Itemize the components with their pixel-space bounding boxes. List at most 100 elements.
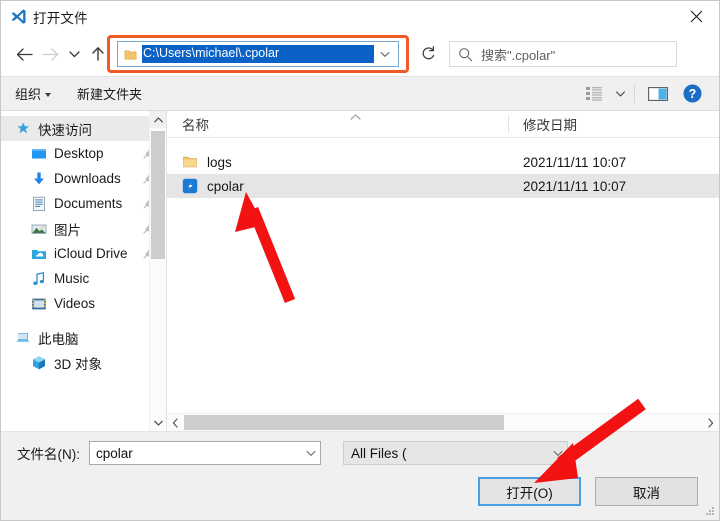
filename-value: cpolar <box>96 445 133 461</box>
toolbar-separator <box>634 84 635 103</box>
pictures-icon <box>31 221 47 237</box>
sidebar-label: iCloud Drive <box>54 246 128 261</box>
filetype-value: All Files ( <box>351 445 407 461</box>
preview-pane-button[interactable] <box>641 77 675 110</box>
toolbar-right-group: ? <box>578 77 709 110</box>
sidebar-item-music[interactable]: Music <box>1 266 166 291</box>
column-headers: 名称 修改日期 <box>167 111 719 138</box>
sidebar-item-downloads[interactable]: Downloads <box>1 166 166 191</box>
hscroll-right-button[interactable] <box>702 414 719 431</box>
help-button[interactable]: ? <box>675 77 709 110</box>
sidebar-label: Downloads <box>54 171 121 186</box>
file-date-cell: 2021/11/11 10:07 <box>523 178 627 194</box>
sidebar-item-pictures[interactable]: 图片 <box>1 216 166 241</box>
forward-button[interactable] <box>37 39 63 69</box>
recent-locations-button[interactable] <box>63 39 85 69</box>
search-box[interactable]: 搜索".cpolar" <box>449 41 677 67</box>
new-folder-label: 新建文件夹 <box>77 87 143 102</box>
search-input[interactable]: 搜索".cpolar" <box>481 45 555 64</box>
star-pin-icon <box>15 121 31 137</box>
cancel-button[interactable]: 取消 <box>595 477 698 506</box>
filetype-dropdown[interactable]: All Files ( <box>343 441 568 465</box>
download-icon <box>31 171 47 187</box>
title-bar-left: 打开文件 <box>1 7 88 27</box>
sidebar-item-this-pc[interactable]: 此电脑 <box>1 325 166 350</box>
sidebar-label: Music <box>54 271 90 286</box>
search-icon <box>458 47 473 62</box>
file-list-pane: 名称 修改日期 logs 2021/11/11 10:07 cpolar 202… <box>166 111 719 431</box>
filename-row: 文件名(N): cpolar All Files ( <box>1 440 719 466</box>
column-header-date-label: 修改日期 <box>523 118 577 133</box>
address-dropdown-icon[interactable] <box>374 42 396 66</box>
sidebar-item-videos[interactable]: Videos <box>1 291 166 316</box>
dialog-buttons: 打开(O) 取消 <box>478 477 698 506</box>
file-name-text: cpolar <box>207 178 244 194</box>
dialog-body: 快速访问 Desktop Downloads Documents 图片 iClo… <box>1 111 719 431</box>
navigation-bar: C:\Users\michael\.cpolar 搜索".cpolar" <box>1 32 719 76</box>
column-header-name-label: 名称 <box>182 118 209 133</box>
this-pc-icon <box>15 330 31 346</box>
folder-icon <box>124 48 137 61</box>
scroll-up-button[interactable] <box>150 111 166 128</box>
sort-ascending-icon <box>350 113 361 124</box>
refresh-button[interactable] <box>413 40 443 68</box>
address-bar-container: C:\Users\michael\.cpolar <box>107 35 409 73</box>
file-list-top-spacer <box>167 138 719 150</box>
sidebar-item-quick-access[interactable]: 快速访问 <box>1 116 166 141</box>
view-dropdown-button[interactable] <box>612 77 628 110</box>
sidebar-item-icloud-drive[interactable]: iCloud Drive <box>1 241 166 266</box>
column-header-date[interactable]: 修改日期 <box>509 111 577 137</box>
sidebar-item-desktop[interactable]: Desktop <box>1 141 166 166</box>
hscroll-left-button[interactable] <box>167 414 184 431</box>
vscode-icon <box>9 8 27 26</box>
command-toolbar: 组织 新建文件夹 ? <box>1 76 719 111</box>
address-path-text: C:\Users\michael\.cpolar <box>142 45 374 63</box>
sidebar-label: Videos <box>54 296 96 311</box>
dialog-footer: 文件名(N): cpolar All Files ( 打开(O) 取消 <box>1 431 719 520</box>
sidebar-scroll-thumb[interactable] <box>151 131 165 259</box>
filetype-dropdown-icon[interactable] <box>548 442 567 464</box>
sidebar-label: 3D 对象 <box>54 356 103 372</box>
filename-label: 文件名(N): <box>17 447 80 462</box>
icloud-icon <box>31 246 47 262</box>
file-date-cell: 2021/11/11 10:07 <box>523 154 627 170</box>
up-button[interactable] <box>85 39 111 69</box>
documents-icon <box>31 196 47 212</box>
back-button[interactable] <box>11 39 37 69</box>
sidebar-label: Documents <box>54 196 123 211</box>
sidebar-label: 此电脑 <box>38 331 79 347</box>
file-list-horizontal-scrollbar[interactable] <box>167 413 719 431</box>
scroll-down-button[interactable] <box>150 414 166 431</box>
sidebar-scrollbar[interactable] <box>149 111 166 431</box>
table-row[interactable]: logs 2021/11/11 10:07 <box>167 150 719 174</box>
open-button[interactable]: 打开(O) <box>478 477 581 506</box>
filename-input[interactable]: cpolar <box>89 441 321 465</box>
address-bar[interactable]: C:\Users\michael\.cpolar <box>117 41 399 67</box>
file-name-text: logs <box>207 154 232 170</box>
sidebar-label: 图片 <box>54 222 81 238</box>
resize-grip-icon[interactable] <box>704 505 716 517</box>
file-name-cell: logs <box>167 154 509 170</box>
chevron-down-icon <box>45 92 52 97</box>
new-folder-button[interactable]: 新建文件夹 <box>77 84 142 103</box>
column-header-name[interactable]: 名称 <box>167 111 509 137</box>
title-bar: 打开文件 <box>1 1 719 32</box>
navigation-sidebar: 快速访问 Desktop Downloads Documents 图片 iClo… <box>1 111 166 431</box>
file-list: logs 2021/11/11 10:07 cpolar 2021/11/11 … <box>167 138 719 413</box>
sidebar-label: Desktop <box>54 146 104 161</box>
close-button[interactable] <box>673 1 719 32</box>
folder-icon <box>182 154 198 170</box>
sidebar-item-3d-objects[interactable]: 3D 对象 <box>1 350 166 375</box>
view-options-button[interactable] <box>578 77 612 110</box>
3d-objects-icon <box>31 355 47 371</box>
filename-dropdown-icon[interactable] <box>301 442 320 464</box>
hscroll-thumb[interactable] <box>184 415 504 430</box>
organize-button[interactable]: 组织 <box>15 84 52 103</box>
table-row[interactable]: cpolar 2021/11/11 10:07 <box>167 174 719 198</box>
desktop-icon <box>31 146 47 162</box>
music-icon <box>31 271 47 287</box>
file-name-cell: cpolar <box>167 178 509 194</box>
sidebar-item-documents[interactable]: Documents <box>1 191 166 216</box>
open-file-dialog: 打开文件 C:\Users\michael\.cpolar 搜索".cpolar… <box>0 0 720 521</box>
organize-label: 组织 <box>15 87 42 102</box>
